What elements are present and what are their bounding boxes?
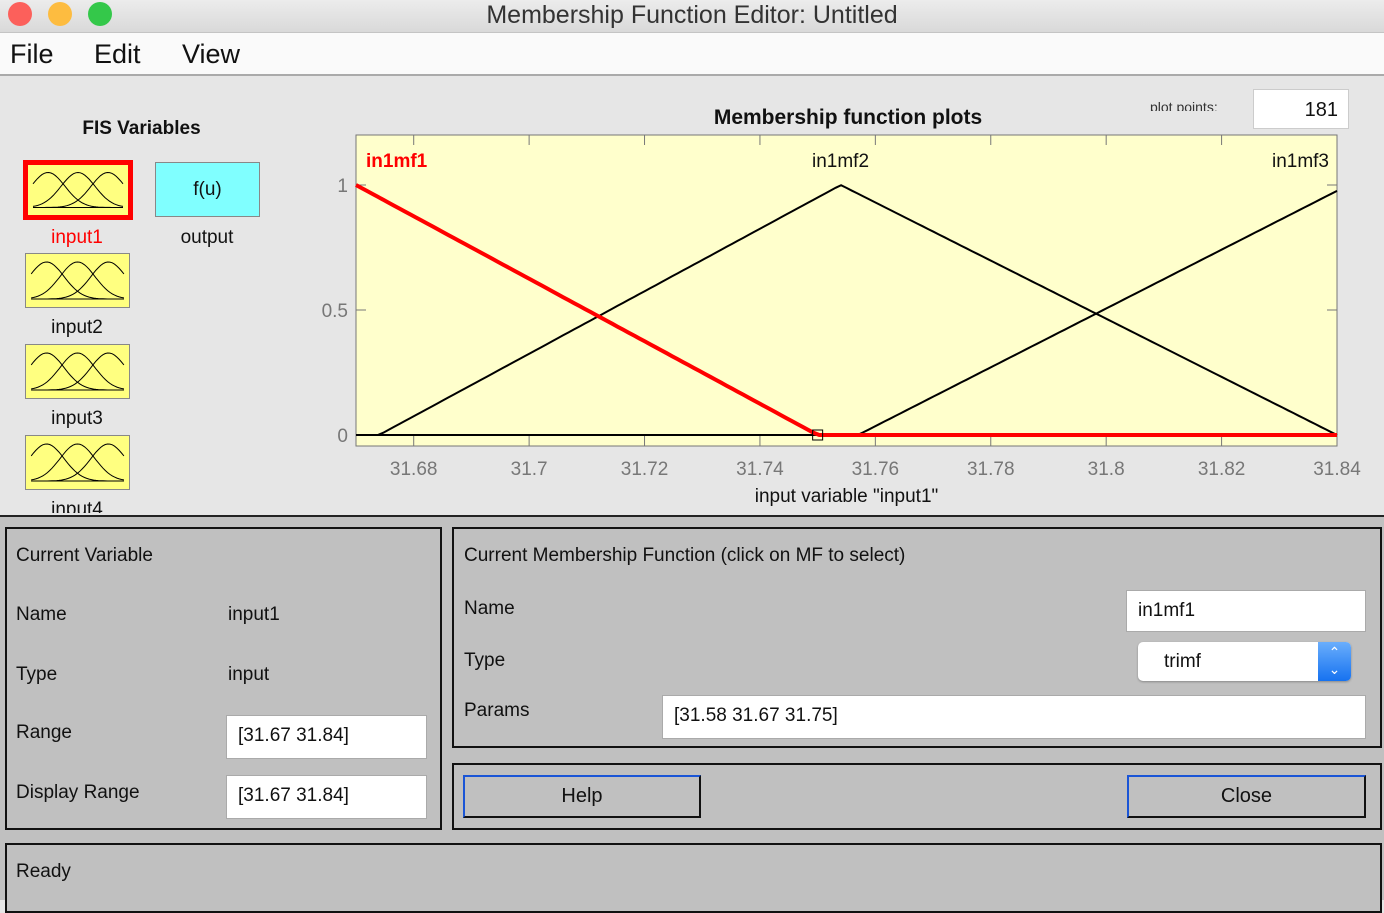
variable-name-value: input1 [228, 604, 280, 625]
status-text: Ready [16, 861, 71, 882]
y-tick-label: 0.5 [322, 301, 348, 322]
display-range-label: Display Range [16, 782, 140, 803]
x-tick-label: 31.76 [852, 459, 900, 480]
help-button[interactable]: Help [463, 775, 701, 818]
y-tick-label: 1 [337, 176, 348, 197]
range-label: Range [16, 722, 72, 743]
close-button[interactable]: Close [1127, 775, 1366, 818]
x-tick-label: 31.78 [967, 459, 1015, 480]
mf-type-value: trimf [1164, 651, 1201, 672]
select-arrows-icon: ⌃ ⌄ [1318, 642, 1351, 681]
mf-label-in1mf3[interactable]: in1mf3 [1272, 151, 1329, 172]
x-tick-label: 31.7 [511, 459, 548, 480]
variable-name-label: Name [16, 604, 67, 625]
lower-area: Current Variable Name input1 Type input … [0, 515, 1384, 913]
x-axis-label: input variable "input1" [755, 486, 939, 507]
mf-label-in1mf1[interactable]: in1mf1 [366, 151, 428, 172]
x-tick-label: 31.84 [1313, 459, 1361, 480]
mf-label-in1mf2[interactable]: in1mf2 [812, 151, 869, 172]
current-variable-title: Current Variable [16, 545, 153, 566]
y-tick-label: 0 [337, 426, 348, 447]
display-range-input[interactable]: [31.67 31.84] [226, 775, 427, 819]
x-tick-label: 31.8 [1088, 459, 1125, 480]
x-tick-label: 31.72 [621, 459, 669, 480]
x-tick-label: 31.74 [736, 459, 784, 480]
mf-type-label: Type [464, 650, 506, 671]
variable-type-value: input [228, 664, 270, 685]
variable-type-label: Type [16, 664, 58, 685]
current-mf-title: Current Membership Function (click on MF… [464, 545, 906, 566]
params-label: Params [464, 700, 530, 721]
range-input[interactable]: [31.67 31.84] [226, 715, 427, 759]
mf-type-select[interactable]: trimf ⌃ ⌄ [1138, 642, 1351, 681]
x-tick-label: 31.68 [390, 459, 438, 480]
current-variable-panel: Current Variable Name input1 Type input … [5, 527, 442, 830]
current-mf-panel: Current Membership Function (click on MF… [452, 527, 1382, 748]
membership-function-chart[interactable]: 31.68 31.7 31.72 31.74 31.76 31.78 31.8 31.82 31… [0, 0, 1384, 515]
mf-name-input[interactable]: in1mf1 [1126, 590, 1366, 632]
plot-area [355, 134, 1338, 447]
status-panel: Ready [5, 843, 1382, 913]
params-input[interactable]: [31.58 31.67 31.75] [662, 695, 1366, 739]
mf-name-label: Name [464, 598, 515, 619]
buttons-panel: Help Close [452, 763, 1382, 830]
x-tick-label: 31.82 [1198, 459, 1246, 480]
